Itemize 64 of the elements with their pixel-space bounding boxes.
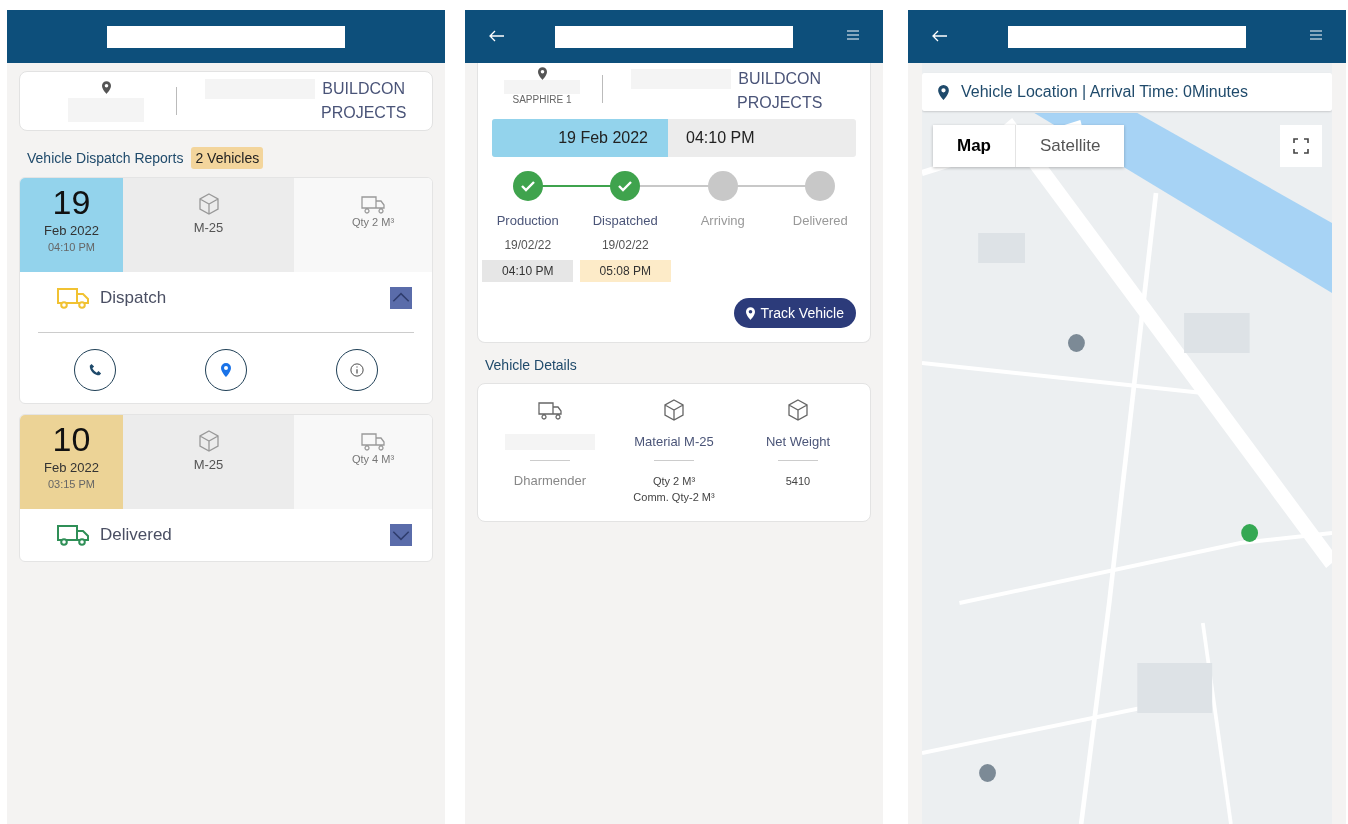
menu-icon[interactable] xyxy=(1310,30,1322,40)
expand-toggle[interactable] xyxy=(390,524,412,546)
quantity: Qty 4 M³ xyxy=(351,453,395,465)
step-time: 04:10 PM xyxy=(482,260,574,282)
location-pin-icon xyxy=(746,306,756,320)
day-number: 10 xyxy=(52,421,91,457)
material-grade: M-25 xyxy=(193,220,224,235)
phone-icon xyxy=(88,363,103,377)
detail-title: Material M-25 xyxy=(634,434,714,450)
truck-icon xyxy=(360,431,386,451)
section-title: Vehicle Dispatch Reports xyxy=(27,150,184,166)
track-vehicle-button[interactable]: Track Vehicle xyxy=(734,298,856,328)
section-title: Vehicle Details xyxy=(485,357,578,373)
truck-icon xyxy=(56,286,90,310)
expand-toggle[interactable] xyxy=(390,287,412,309)
status-label: Delivered xyxy=(100,525,173,545)
trip-date: 19 Feb 2022 xyxy=(492,119,668,157)
step-time: 05:08 PM xyxy=(579,260,671,282)
detail-value: Comm. Qty-2 M³ xyxy=(633,490,715,505)
location-button[interactable] xyxy=(205,349,247,391)
location-pin-icon xyxy=(938,84,949,100)
detail-value: Dharmender xyxy=(513,473,587,489)
arrival-info: Vehicle Location | Arrival Time: 0Minutes xyxy=(961,83,1248,101)
call-button[interactable] xyxy=(74,349,117,391)
day-number: 19 xyxy=(52,184,91,220)
box-icon xyxy=(785,398,811,422)
step-label: Arriving xyxy=(700,213,745,228)
step-label: Dispatched xyxy=(592,213,658,228)
step-label: Production xyxy=(496,213,559,228)
fullscreen-icon xyxy=(1293,138,1309,154)
map-type-tab[interactable]: Satellite xyxy=(1016,125,1125,167)
material-grade: M-25 xyxy=(193,457,224,472)
detail-value: Qty 2 M³ xyxy=(652,474,696,489)
truck-icon xyxy=(360,194,386,214)
back-arrow-icon[interactable] xyxy=(932,30,948,42)
menu-icon[interactable] xyxy=(847,30,859,40)
quantity: Qty 2 M³ xyxy=(351,216,395,228)
location-pin-icon xyxy=(537,67,547,80)
info-icon xyxy=(349,363,364,377)
month-year: Feb 2022 xyxy=(44,460,99,475)
trip-time: 04:10 PM xyxy=(685,128,755,148)
box-icon xyxy=(196,429,221,453)
location-pin-icon xyxy=(219,363,233,377)
detail-value: 5410 xyxy=(785,474,811,489)
truck-icon xyxy=(56,523,90,547)
box-icon xyxy=(196,192,221,216)
dispatch-time: 03:15 PM xyxy=(47,478,96,490)
box-icon xyxy=(661,398,687,422)
company-name: BUILDCON PROJECTS xyxy=(737,69,823,113)
location-pin-icon xyxy=(101,80,111,94)
info-button[interactable] xyxy=(335,349,378,391)
map-type-tab[interactable]: Map xyxy=(933,125,1016,167)
step-date: 19/02/22 xyxy=(504,238,552,252)
step-label: Delivered xyxy=(792,213,848,228)
step-date: 19/02/22 xyxy=(601,238,649,252)
company-name: BUILDCON PROJECTS xyxy=(321,79,407,123)
site-location: SAPPHIRE 1 xyxy=(512,94,572,106)
fullscreen-button[interactable] xyxy=(1280,125,1322,167)
dispatch-time: 04:10 PM xyxy=(47,241,96,253)
back-arrow-icon[interactable] xyxy=(489,30,505,42)
status-label: Dispatch xyxy=(100,288,168,308)
month-year: Feb 2022 xyxy=(44,223,99,238)
detail-title: Net Weight xyxy=(765,434,831,450)
vehicle-count-badge: 2 Vehicles xyxy=(191,147,264,169)
